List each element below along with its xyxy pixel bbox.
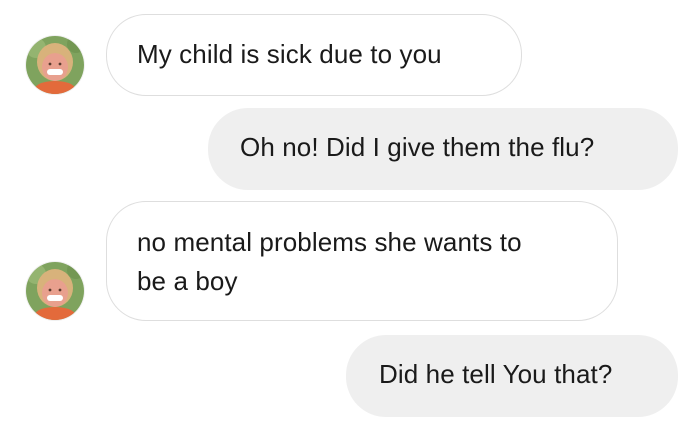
message-bubble-outgoing[interactable]: Oh no! Did I give them the flu? — [208, 108, 678, 190]
message-text: Did he tell You that? — [379, 359, 613, 389]
message-thread: My child is sick due to you Oh no! Did I… — [0, 0, 700, 424]
message-text: My child is sick due to you — [137, 39, 442, 69]
message-bubble-incoming[interactable]: no mental problems she wants to be a boy — [106, 201, 618, 321]
user-photo-avatar-icon — [26, 36, 84, 94]
sender-avatar[interactable] — [26, 36, 84, 94]
message-text: Oh no! Did I give them the flu? — [240, 132, 595, 162]
message-text: no mental problems she wants to be a boy — [137, 227, 522, 296]
message-bubble-outgoing[interactable]: Did he tell You that? — [346, 335, 678, 417]
message-bubble-incoming[interactable]: My child is sick due to you — [106, 14, 522, 96]
user-photo-avatar-icon — [26, 262, 84, 320]
sender-avatar[interactable] — [26, 262, 84, 320]
